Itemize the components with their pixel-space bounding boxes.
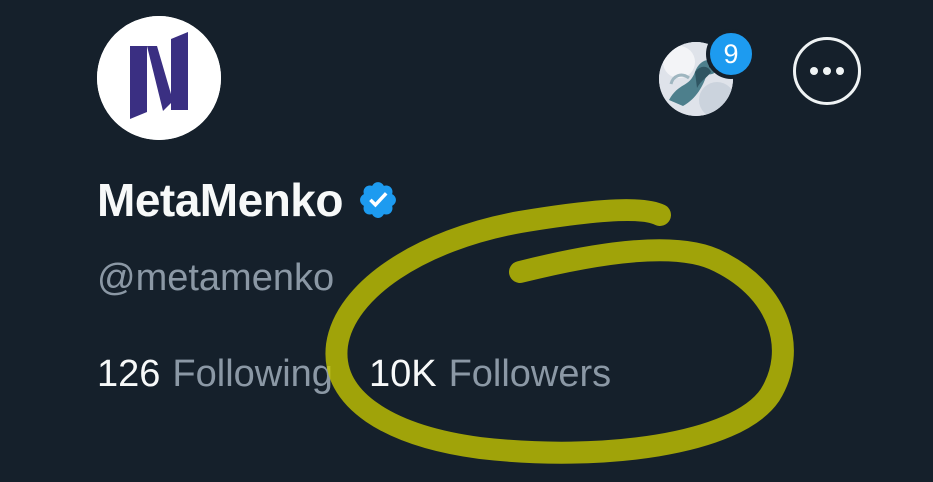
following-label: Following: [172, 353, 333, 395]
following-count: 126: [97, 353, 161, 395]
followers-label: Followers: [448, 353, 612, 395]
followers-link[interactable]: 10K Followers: [369, 348, 611, 400]
profile-handle: @metamenko: [97, 257, 335, 299]
followers-count: 10K: [368, 353, 437, 395]
profile-name-row: MetaMenko: [97, 170, 399, 230]
more-horizontal-icon: [810, 67, 844, 75]
profile-display-name: MetaMenko: [97, 174, 343, 226]
following-link[interactable]: 126 Following: [97, 348, 333, 400]
profile-header-actions: 9: [0, 29, 933, 126]
verified-badge-icon[interactable]: [357, 179, 399, 221]
more-options-button[interactable]: [793, 37, 861, 105]
profile-stats: 126 Following 10K Followers: [97, 348, 611, 400]
badge-count: 9: [723, 38, 739, 69]
notification-count-badge: 9: [706, 29, 756, 79]
